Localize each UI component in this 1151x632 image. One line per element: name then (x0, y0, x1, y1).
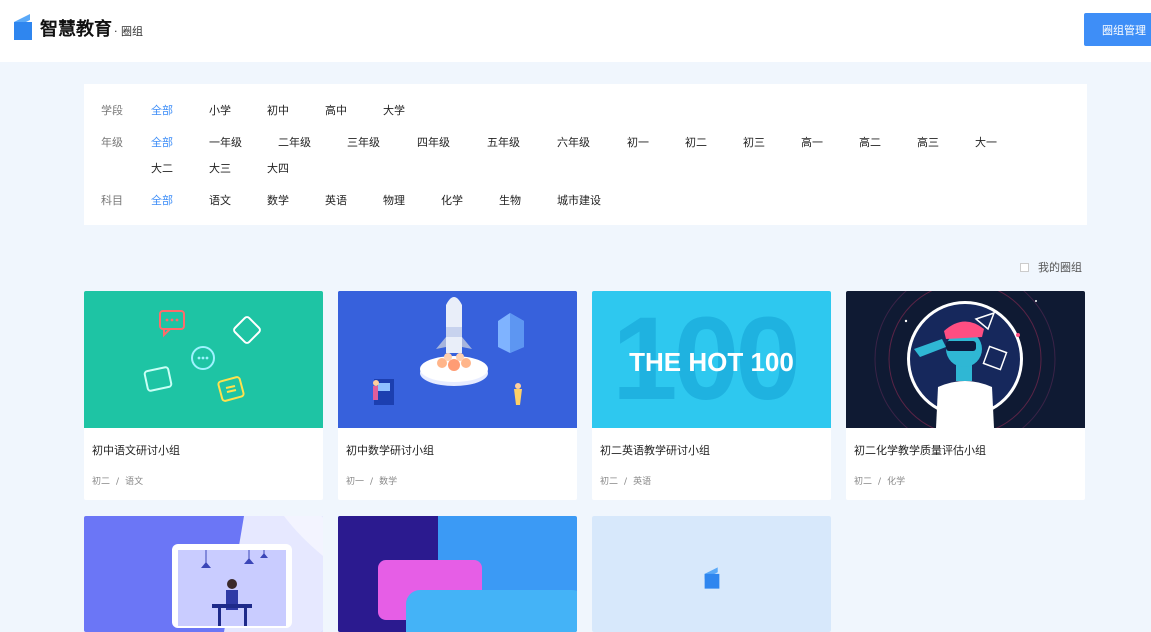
group-card[interactable] (84, 516, 323, 632)
filter-grade-college-1[interactable]: 大一 (975, 134, 997, 150)
filter-grade-junior-1[interactable]: 初一 (627, 134, 649, 150)
filter-grade-3[interactable]: 三年级 (347, 134, 380, 150)
card-meta: 初二 / 化学 (854, 474, 905, 487)
my-groups-label: 我的圈组 (1038, 261, 1082, 274)
filter-subject-biology[interactable]: 生物 (499, 192, 521, 208)
cover-headline: THE HOT 100 (629, 347, 794, 377)
card-subject: 语文 (125, 477, 144, 487)
card-grade: 初二 (854, 477, 873, 487)
chat-bubbles-illustration (143, 310, 261, 402)
filter-stage-primary[interactable]: 小学 (209, 102, 231, 118)
filter-subject-all[interactable]: 全部 (151, 192, 173, 208)
card-grade: 初一 (346, 477, 365, 487)
card-subject: 英语 (633, 477, 652, 487)
card-meta: 初二 / 英语 (600, 474, 651, 487)
brand-name: 智慧教育 (40, 19, 112, 40)
card-meta-separator: / (370, 477, 374, 487)
group-card[interactable] (592, 516, 831, 632)
brand[interactable]: 智慧教育 · 圈组 (40, 15, 143, 41)
filter-subject-physics[interactable]: 物理 (383, 192, 405, 208)
logo-icon (14, 14, 32, 40)
group-card[interactable]: 初中语文研讨小组 初二 / 语文 (84, 291, 323, 500)
filter-grade-college-4[interactable]: 大四 (267, 160, 289, 176)
filter-row-grade: 年级 全部 一年级 二年级 三年级 四年级 五年级 六年级 初一 初二 初三 高… (84, 134, 1087, 176)
filter-grade-senior-2[interactable]: 高二 (859, 134, 881, 150)
vr-person-illustration (874, 291, 1056, 428)
brand-subtitle: · 圈组 (114, 25, 143, 38)
filter-subject-urban[interactable]: 城市建设 (557, 192, 601, 208)
abstract-shapes-illustration (338, 516, 577, 632)
filter-grade-1[interactable]: 一年级 (209, 134, 242, 150)
card-cover-image: 100 THE HOT 100 (592, 291, 831, 428)
filter-grade-all[interactable]: 全部 (151, 134, 173, 150)
card-title: 初中数学研讨小组 (346, 444, 434, 457)
logo-placeholder-icon (704, 567, 720, 589)
filter-grade-junior-2[interactable]: 初二 (685, 134, 707, 150)
card-cover-image (84, 291, 323, 428)
filter-grade-6[interactable]: 六年级 (557, 134, 590, 150)
card-title: 初二英语教学研讨小组 (600, 444, 710, 457)
group-card[interactable]: 初二化学教学质量评估小组 初二 / 化学 (846, 291, 1085, 500)
card-cover-image (338, 516, 577, 632)
card-meta-separator: / (116, 477, 120, 487)
filter-label-stage: 学段 (101, 104, 123, 117)
group-manage-button[interactable]: 圈组管理 (1084, 13, 1151, 46)
card-subject: 数学 (379, 477, 398, 487)
filter-grade-5[interactable]: 五年级 (487, 134, 520, 150)
filter-subject-chinese[interactable]: 语文 (209, 192, 231, 208)
group-card[interactable]: 100 THE HOT 100 初二英语教学研讨小组 初二 / 英语 (592, 291, 831, 500)
filter-subject-math[interactable]: 数学 (267, 192, 289, 208)
card-subject: 化学 (887, 477, 906, 487)
group-card[interactable]: 初中数学研讨小组 初一 / 数学 (338, 291, 577, 500)
filter-stage-junior[interactable]: 初中 (267, 102, 289, 118)
my-groups-checkbox[interactable] (1020, 262, 1029, 272)
filter-stage-all[interactable]: 全部 (151, 102, 173, 118)
laptop-person-illustration (172, 516, 323, 632)
filter-grade-2[interactable]: 二年级 (278, 134, 311, 150)
filter-label-subject: 科目 (101, 194, 123, 207)
card-meta: 初二 / 语文 (92, 474, 143, 487)
card-meta-separator: / (624, 477, 628, 487)
filter-stage-senior[interactable]: 高中 (325, 102, 347, 118)
filter-label-grade: 年级 (101, 136, 123, 149)
filter-row-stage: 学段 全部 小学 初中 高中 大学 (84, 102, 1087, 118)
card-title: 初中语文研讨小组 (92, 444, 180, 457)
filter-subject-english[interactable]: 英语 (325, 192, 347, 208)
card-grade: 初二 (92, 477, 111, 487)
card-cover-image (846, 291, 1085, 428)
card-cover-image (592, 516, 831, 632)
card-title: 初二化学教学质量评估小组 (854, 444, 986, 457)
filter-panel: 学段 全部 小学 初中 高中 大学 年级 全部 一年级 二年级 三年级 四年级 … (84, 84, 1087, 225)
filter-grade-college-3[interactable]: 大三 (209, 160, 231, 176)
filter-grade-senior-1[interactable]: 高一 (801, 134, 823, 150)
filter-grade-college-2[interactable]: 大二 (151, 160, 173, 176)
top-header: 智慧教育 · 圈组 圈组管理 (0, 0, 1151, 62)
filter-subject-chemistry[interactable]: 化学 (441, 192, 463, 208)
card-meta-separator: / (878, 477, 882, 487)
card-cover-image (338, 291, 577, 428)
filter-stage-university[interactable]: 大学 (383, 102, 405, 118)
rocket-illustration (338, 291, 577, 428)
card-cover-image (84, 516, 323, 632)
filter-grade-senior-3[interactable]: 高三 (917, 134, 939, 150)
group-card[interactable] (338, 516, 577, 632)
my-groups-toggle[interactable]: 我的圈组 (1020, 261, 1082, 274)
filter-grade-4[interactable]: 四年级 (417, 134, 450, 150)
filter-grade-junior-3[interactable]: 初三 (743, 134, 765, 150)
card-grade: 初二 (600, 477, 619, 487)
filter-row-subject: 科目 全部 语文 数学 英语 物理 化学 生物 城市建设 (84, 192, 1087, 208)
card-meta: 初一 / 数学 (346, 474, 397, 487)
